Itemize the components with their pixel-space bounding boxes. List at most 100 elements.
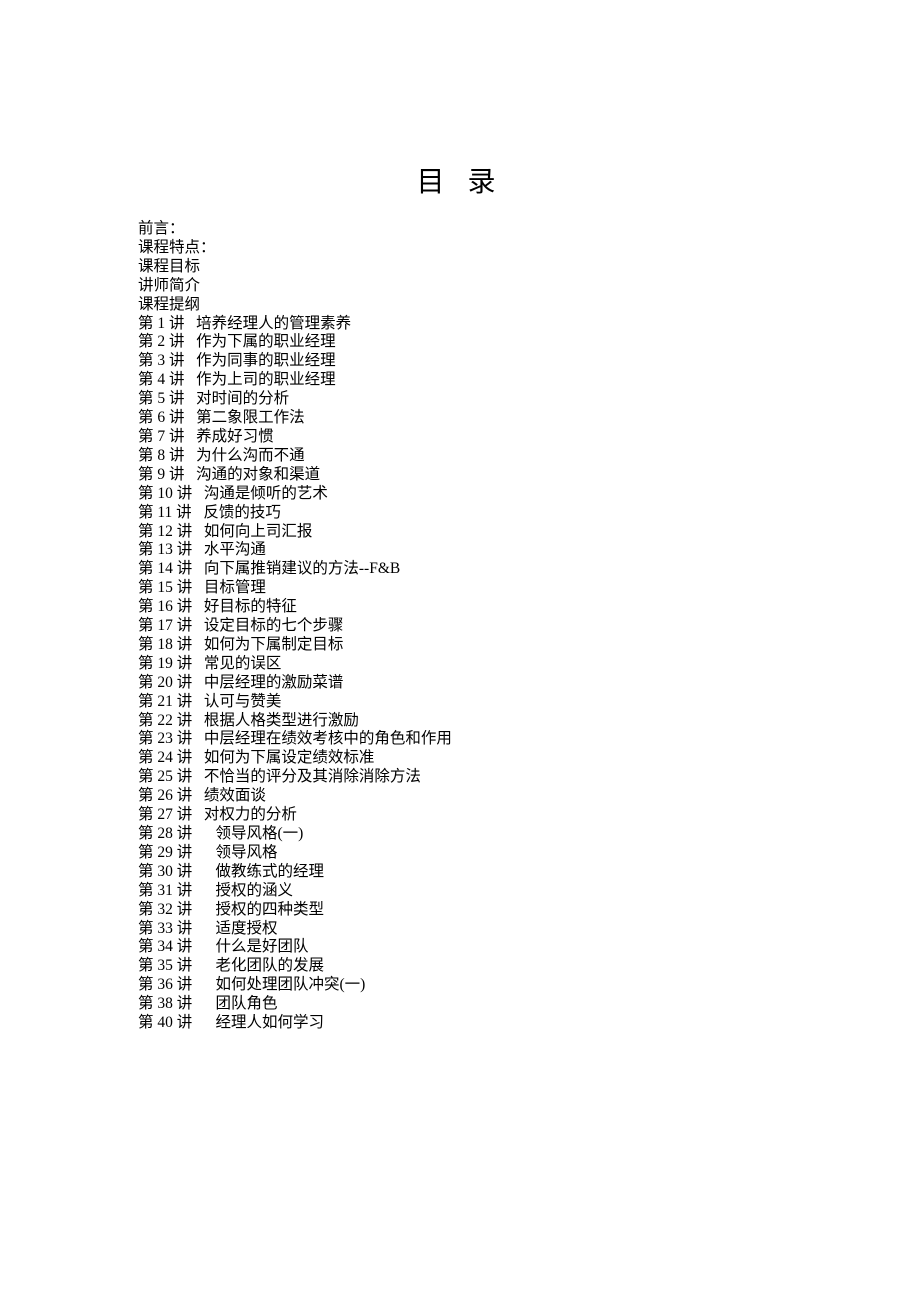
intro-item: 前言： bbox=[138, 220, 782, 239]
lecture-number: 第 11 讲 bbox=[138, 504, 192, 521]
lecture-title: 什么是好团队 bbox=[216, 938, 309, 955]
lecture-title: 水平沟通 bbox=[204, 541, 266, 558]
toc-item: 第 35 讲 老化团队的发展 bbox=[138, 957, 782, 976]
toc-item: 第 8 讲 为什么沟而不通 bbox=[138, 447, 782, 466]
toc-item: 第 1 讲 培养经理人的管理素养 bbox=[138, 315, 782, 334]
lecture-number: 第 25 讲 bbox=[138, 768, 192, 785]
lecture-number: 第 26 讲 bbox=[138, 787, 192, 804]
toc-item: 第 10 讲 沟通是倾听的艺术 bbox=[138, 485, 782, 504]
toc-item: 第 21 讲 认可与赞美 bbox=[138, 693, 782, 712]
lecture-number: 第 35 讲 bbox=[138, 957, 192, 974]
lecture-title: 经理人如何学习 bbox=[216, 1014, 325, 1031]
toc-item: 第 14 讲 向下属推销建议的方法--F&B bbox=[138, 560, 782, 579]
lecture-number: 第 21 讲 bbox=[138, 693, 192, 710]
toc-item: 第 40 讲 经理人如何学习 bbox=[138, 1014, 782, 1033]
lecture-title: 认可与赞美 bbox=[204, 693, 282, 710]
toc-item: 第 34 讲 什么是好团队 bbox=[138, 938, 782, 957]
toc-item: 第 9 讲 沟通的对象和渠道 bbox=[138, 466, 782, 485]
lecture-title: 如何处理团队冲突(一) bbox=[216, 976, 366, 993]
lecture-title: 向下属推销建议的方法--F&B bbox=[204, 560, 400, 577]
lecture-number: 第 1 讲 bbox=[138, 315, 185, 332]
lecture-number: 第 4 讲 bbox=[138, 371, 185, 388]
toc-item: 第 31 讲 授权的涵义 bbox=[138, 882, 782, 901]
lecture-number: 第 29 讲 bbox=[138, 844, 192, 861]
lecture-number: 第 6 讲 bbox=[138, 409, 185, 426]
lecture-number: 第 19 讲 bbox=[138, 655, 192, 672]
toc-item: 第 18 讲 如何为下属制定目标 bbox=[138, 636, 782, 655]
intro-item: 课程特点： bbox=[138, 239, 782, 258]
lecture-title: 领导风格(一) bbox=[216, 825, 304, 842]
toc-item: 第 32 讲 授权的四种类型 bbox=[138, 901, 782, 920]
lecture-number: 第 28 讲 bbox=[138, 825, 192, 842]
lecture-number: 第 38 讲 bbox=[138, 995, 192, 1012]
lecture-number: 第 33 讲 bbox=[138, 920, 192, 937]
lecture-title: 对时间的分析 bbox=[196, 390, 289, 407]
lecture-title: 如何为下属制定目标 bbox=[204, 636, 344, 653]
lecture-number: 第 34 讲 bbox=[138, 938, 192, 955]
lecture-title: 如何向上司汇报 bbox=[204, 523, 313, 540]
toc-item: 第 19 讲 常见的误区 bbox=[138, 655, 782, 674]
toc-item: 第 5 讲 对时间的分析 bbox=[138, 390, 782, 409]
toc-item: 第 7 讲 养成好习惯 bbox=[138, 428, 782, 447]
lecture-title: 沟通是倾听的艺术 bbox=[204, 485, 328, 502]
lecture-number: 第 18 讲 bbox=[138, 636, 192, 653]
lecture-title: 根据人格类型进行激励 bbox=[204, 712, 359, 729]
intro-item: 课程提纲 bbox=[138, 296, 782, 315]
toc-item: 第 20 讲 中层经理的激励菜谱 bbox=[138, 674, 782, 693]
lecture-number: 第 31 讲 bbox=[138, 882, 192, 899]
toc-item: 第 4 讲 作为上司的职业经理 bbox=[138, 371, 782, 390]
toc-item: 第 27 讲 对权力的分析 bbox=[138, 806, 782, 825]
intro-item: 课程目标 bbox=[138, 258, 782, 277]
lecture-number: 第 32 讲 bbox=[138, 901, 192, 918]
lecture-number: 第 23 讲 bbox=[138, 730, 192, 747]
page-title: 目 录 bbox=[138, 160, 782, 200]
lecture-title: 常见的误区 bbox=[204, 655, 282, 672]
lecture-title: 如何为下属设定绩效标准 bbox=[204, 749, 375, 766]
toc-item: 第 23 讲 中层经理在绩效考核中的角色和作用 bbox=[138, 730, 782, 749]
lecture-number: 第 24 讲 bbox=[138, 749, 192, 766]
lectures-section: 第 1 讲 培养经理人的管理素养第 2 讲 作为下属的职业经理第 3 讲 作为同… bbox=[138, 315, 782, 1033]
lecture-title: 作为下属的职业经理 bbox=[196, 333, 336, 350]
lecture-number: 第 10 讲 bbox=[138, 485, 192, 502]
lecture-title: 设定目标的七个步骤 bbox=[204, 617, 344, 634]
lecture-title: 绩效面谈 bbox=[204, 787, 266, 804]
lecture-number: 第 17 讲 bbox=[138, 617, 192, 634]
lecture-number: 第 5 讲 bbox=[138, 390, 185, 407]
lecture-title: 授权的四种类型 bbox=[216, 901, 325, 918]
lecture-number: 第 27 讲 bbox=[138, 806, 192, 823]
toc-item: 第 29 讲 领导风格 bbox=[138, 844, 782, 863]
toc-item: 第 13 讲 水平沟通 bbox=[138, 541, 782, 560]
lecture-number: 第 30 讲 bbox=[138, 863, 192, 880]
toc-item: 第 3 讲 作为同事的职业经理 bbox=[138, 352, 782, 371]
lecture-title: 对权力的分析 bbox=[204, 806, 297, 823]
lecture-title: 领导风格 bbox=[216, 844, 278, 861]
lecture-title: 沟通的对象和渠道 bbox=[196, 466, 320, 483]
lecture-title: 养成好习惯 bbox=[196, 428, 274, 445]
toc-item: 第 33 讲 适度授权 bbox=[138, 920, 782, 939]
lecture-number: 第 22 讲 bbox=[138, 712, 192, 729]
toc-item: 第 28 讲 领导风格(一) bbox=[138, 825, 782, 844]
table-of-contents: 前言： 课程特点： 课程目标 讲师简介 课程提纲 第 1 讲 培养经理人的管理素… bbox=[138, 220, 782, 1033]
toc-item: 第 11 讲 反馈的技巧 bbox=[138, 504, 782, 523]
lecture-title: 老化团队的发展 bbox=[216, 957, 325, 974]
lecture-title: 好目标的特征 bbox=[204, 598, 297, 615]
toc-item: 第 22 讲 根据人格类型进行激励 bbox=[138, 712, 782, 731]
toc-item: 第 24 讲 如何为下属设定绩效标准 bbox=[138, 749, 782, 768]
lecture-title: 中层经理的激励菜谱 bbox=[204, 674, 344, 691]
lecture-number: 第 2 讲 bbox=[138, 333, 185, 350]
lecture-number: 第 40 讲 bbox=[138, 1014, 192, 1031]
lecture-title: 中层经理在绩效考核中的角色和作用 bbox=[204, 730, 452, 747]
intro-item: 讲师简介 bbox=[138, 277, 782, 296]
lecture-title: 做教练式的经理 bbox=[216, 863, 325, 880]
lecture-number: 第 9 讲 bbox=[138, 466, 185, 483]
lecture-title: 培养经理人的管理素养 bbox=[196, 315, 351, 332]
toc-item: 第 15 讲 目标管理 bbox=[138, 579, 782, 598]
toc-item: 第 36 讲 如何处理团队冲突(一) bbox=[138, 976, 782, 995]
toc-item: 第 38 讲 团队角色 bbox=[138, 995, 782, 1014]
lecture-number: 第 36 讲 bbox=[138, 976, 192, 993]
lecture-title: 团队角色 bbox=[216, 995, 278, 1012]
toc-item: 第 17 讲 设定目标的七个步骤 bbox=[138, 617, 782, 636]
lecture-number: 第 13 讲 bbox=[138, 541, 192, 558]
lecture-number: 第 7 讲 bbox=[138, 428, 185, 445]
lecture-number: 第 3 讲 bbox=[138, 352, 185, 369]
